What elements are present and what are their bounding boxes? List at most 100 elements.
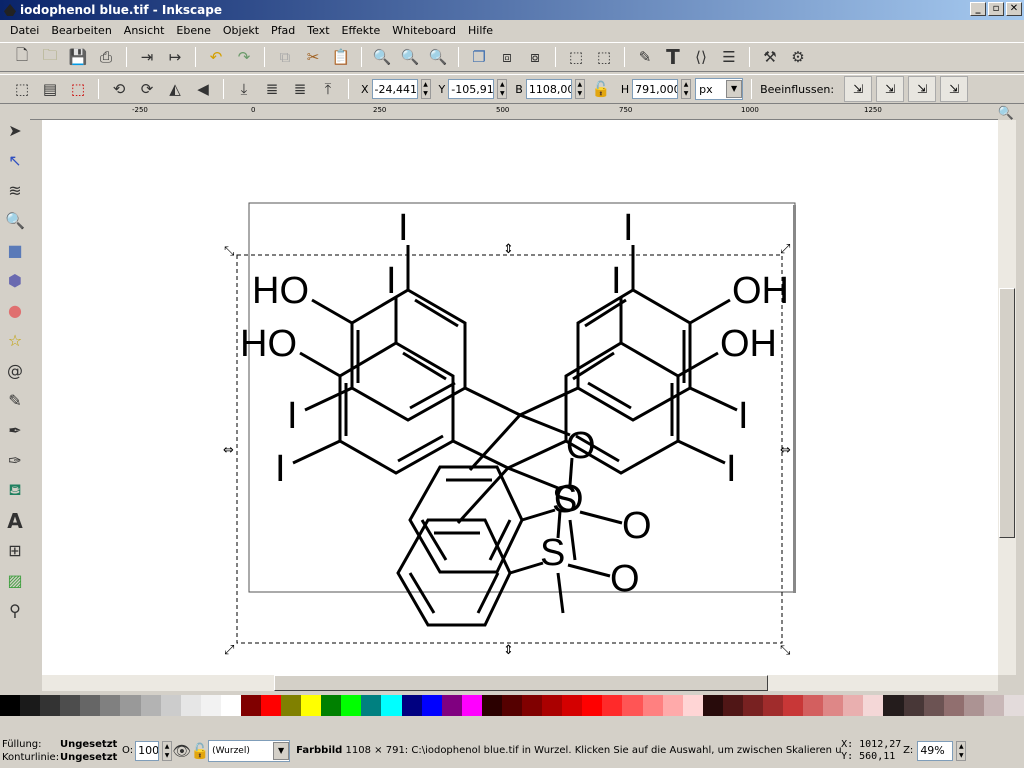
group-icon[interactable]: ⬚ bbox=[564, 45, 588, 69]
height-input[interactable] bbox=[632, 79, 679, 99]
palette-swatch[interactable] bbox=[823, 695, 844, 716]
palette-swatch[interactable] bbox=[642, 695, 663, 716]
rotate-cw-icon[interactable]: ⟳ bbox=[135, 77, 159, 101]
zoom-drawing-icon[interactable]: 🔍 bbox=[398, 45, 422, 69]
palette-swatch[interactable] bbox=[100, 695, 121, 716]
palette-swatch[interactable] bbox=[140, 695, 161, 716]
copy-icon[interactable]: ⧉ bbox=[273, 45, 297, 69]
pencil-tool-icon[interactable]: ✎ bbox=[3, 388, 27, 413]
zoom-page-icon[interactable]: 🔍 bbox=[426, 45, 450, 69]
palette-swatch[interactable] bbox=[80, 695, 101, 716]
fill-value[interactable]: Ungesetzt bbox=[60, 738, 117, 751]
menu-objekt[interactable]: Objekt bbox=[217, 20, 265, 42]
palette-swatch[interactable] bbox=[883, 695, 904, 716]
select-all-icon[interactable]: ⬚ bbox=[10, 77, 34, 101]
palette-swatch[interactable] bbox=[200, 695, 221, 716]
horizontal-scroll-thumb[interactable] bbox=[274, 675, 768, 691]
duplicate-icon[interactable]: ❐ bbox=[467, 45, 491, 69]
palette-swatch[interactable] bbox=[783, 695, 804, 716]
palette-swatch[interactable] bbox=[281, 695, 302, 716]
palette-swatch[interactable] bbox=[401, 695, 422, 716]
zoom-selection-icon[interactable]: 🔍 bbox=[370, 45, 394, 69]
palette-swatch[interactable] bbox=[562, 695, 583, 716]
palette-swatch[interactable] bbox=[261, 695, 282, 716]
print-icon[interactable]: ⎙ bbox=[94, 45, 118, 69]
node-tool-icon[interactable]: ↖ bbox=[3, 148, 27, 173]
menu-ebene[interactable]: Ebene bbox=[170, 20, 216, 42]
palette-swatch[interactable] bbox=[40, 695, 61, 716]
transform-patterns-toggle[interactable]: ⇲ bbox=[940, 76, 969, 102]
palette-swatch[interactable] bbox=[481, 695, 502, 716]
tweak-tool-icon[interactable]: ≋ bbox=[3, 178, 27, 203]
palette-swatch[interactable] bbox=[682, 695, 703, 716]
menu-whiteboard[interactable]: Whiteboard bbox=[386, 20, 462, 42]
opacity-input[interactable] bbox=[135, 740, 160, 761]
palette-swatch[interactable] bbox=[522, 695, 543, 716]
palette-swatch[interactable] bbox=[220, 695, 241, 716]
palette-swatch[interactable] bbox=[722, 695, 743, 716]
palette-swatch[interactable] bbox=[0, 695, 21, 716]
opacity-spinner[interactable]: ▲ ▼ bbox=[162, 740, 173, 761]
palette-swatch[interactable] bbox=[421, 695, 442, 716]
palette-swatch[interactable] bbox=[441, 695, 462, 716]
select-all-layers-icon[interactable]: ▤ bbox=[38, 77, 62, 101]
zoom-spinner[interactable]: ▲ ▼ bbox=[956, 740, 967, 761]
new-document-icon[interactable]: 🗋 bbox=[10, 45, 34, 69]
redo-icon[interactable]: ↷ bbox=[232, 45, 256, 69]
palette-swatch[interactable] bbox=[903, 695, 924, 716]
export-icon[interactable]: ↦ bbox=[163, 45, 187, 69]
menu-ansicht[interactable]: Ansicht bbox=[118, 20, 171, 42]
palette-swatch[interactable] bbox=[120, 695, 141, 716]
menu-text[interactable]: Text bbox=[301, 20, 335, 42]
palette-swatch[interactable] bbox=[160, 695, 181, 716]
close-button[interactable]: ✕ bbox=[1006, 2, 1022, 16]
vertical-scroll-thumb[interactable] bbox=[999, 288, 1015, 538]
open-icon[interactable]: 🗀 bbox=[38, 45, 62, 69]
palette-swatch[interactable] bbox=[301, 695, 322, 716]
deselect-icon[interactable]: ⬚ bbox=[66, 77, 90, 101]
menu-effekte[interactable]: Effekte bbox=[336, 20, 387, 42]
flip-vertical-icon[interactable]: ◀ bbox=[191, 77, 215, 101]
align-distribute-icon[interactable]: ☰ bbox=[717, 45, 741, 69]
palette-swatch[interactable] bbox=[983, 695, 1004, 716]
palette-swatch[interactable] bbox=[702, 695, 723, 716]
zoom-tool-icon[interactable]: 🔍 bbox=[3, 208, 27, 233]
stroke-value[interactable]: Ungesetzt bbox=[60, 751, 117, 764]
lock-icon[interactable]: 🔓 bbox=[589, 77, 613, 101]
zoom-input[interactable] bbox=[917, 740, 954, 761]
palette-swatch[interactable] bbox=[863, 695, 884, 716]
cut-icon[interactable]: ✂ bbox=[301, 45, 325, 69]
3d-box-tool-icon[interactable]: ⬢ bbox=[3, 268, 27, 293]
x-spinner[interactable]: ▲ ▼ bbox=[420, 79, 431, 99]
minimize-button[interactable]: _ bbox=[970, 2, 986, 16]
menu-hilfe[interactable]: Hilfe bbox=[462, 20, 499, 42]
scale-corners-toggle[interactable]: ⇲ bbox=[876, 76, 905, 102]
palette-swatch[interactable] bbox=[582, 695, 603, 716]
preferences-icon[interactable]: ⚒ bbox=[758, 45, 782, 69]
palette-swatch[interactable] bbox=[361, 695, 382, 716]
palette-swatch[interactable] bbox=[602, 695, 623, 716]
raise-icon[interactable]: ≣ bbox=[288, 77, 312, 101]
palette-swatch[interactable] bbox=[20, 695, 41, 716]
text-font-icon[interactable]: T bbox=[661, 45, 685, 69]
star-tool-icon[interactable]: ☆ bbox=[3, 328, 27, 353]
palette-swatch[interactable] bbox=[963, 695, 984, 716]
palette-swatch[interactable] bbox=[662, 695, 683, 716]
paste-icon[interactable]: 📋 bbox=[329, 45, 353, 69]
pen-tool-icon[interactable]: ✒ bbox=[3, 418, 27, 443]
palette-swatch[interactable] bbox=[542, 695, 563, 716]
fill-stroke-icon[interactable]: ✎ bbox=[633, 45, 657, 69]
x-input[interactable] bbox=[371, 79, 418, 99]
palette-swatch[interactable] bbox=[461, 695, 482, 716]
rectangle-tool-icon[interactable]: ■ bbox=[3, 238, 27, 263]
menu-pfad[interactable]: Pfad bbox=[265, 20, 301, 42]
import-icon[interactable]: ⇥ bbox=[135, 45, 159, 69]
raise-to-top-icon[interactable]: ⤒ bbox=[316, 77, 340, 101]
lower-icon[interactable]: ≣ bbox=[260, 77, 284, 101]
palette-swatch[interactable] bbox=[622, 695, 643, 716]
selector-tool-icon[interactable]: ➤ bbox=[3, 118, 27, 143]
molecule-selected-copy[interactable] bbox=[238, 258, 779, 627]
transform-gradients-toggle[interactable]: ⇲ bbox=[908, 76, 937, 102]
dropper-tool-icon[interactable]: ⚲ bbox=[3, 598, 27, 623]
calligraphy-tool-icon[interactable]: ✑ bbox=[3, 448, 27, 473]
